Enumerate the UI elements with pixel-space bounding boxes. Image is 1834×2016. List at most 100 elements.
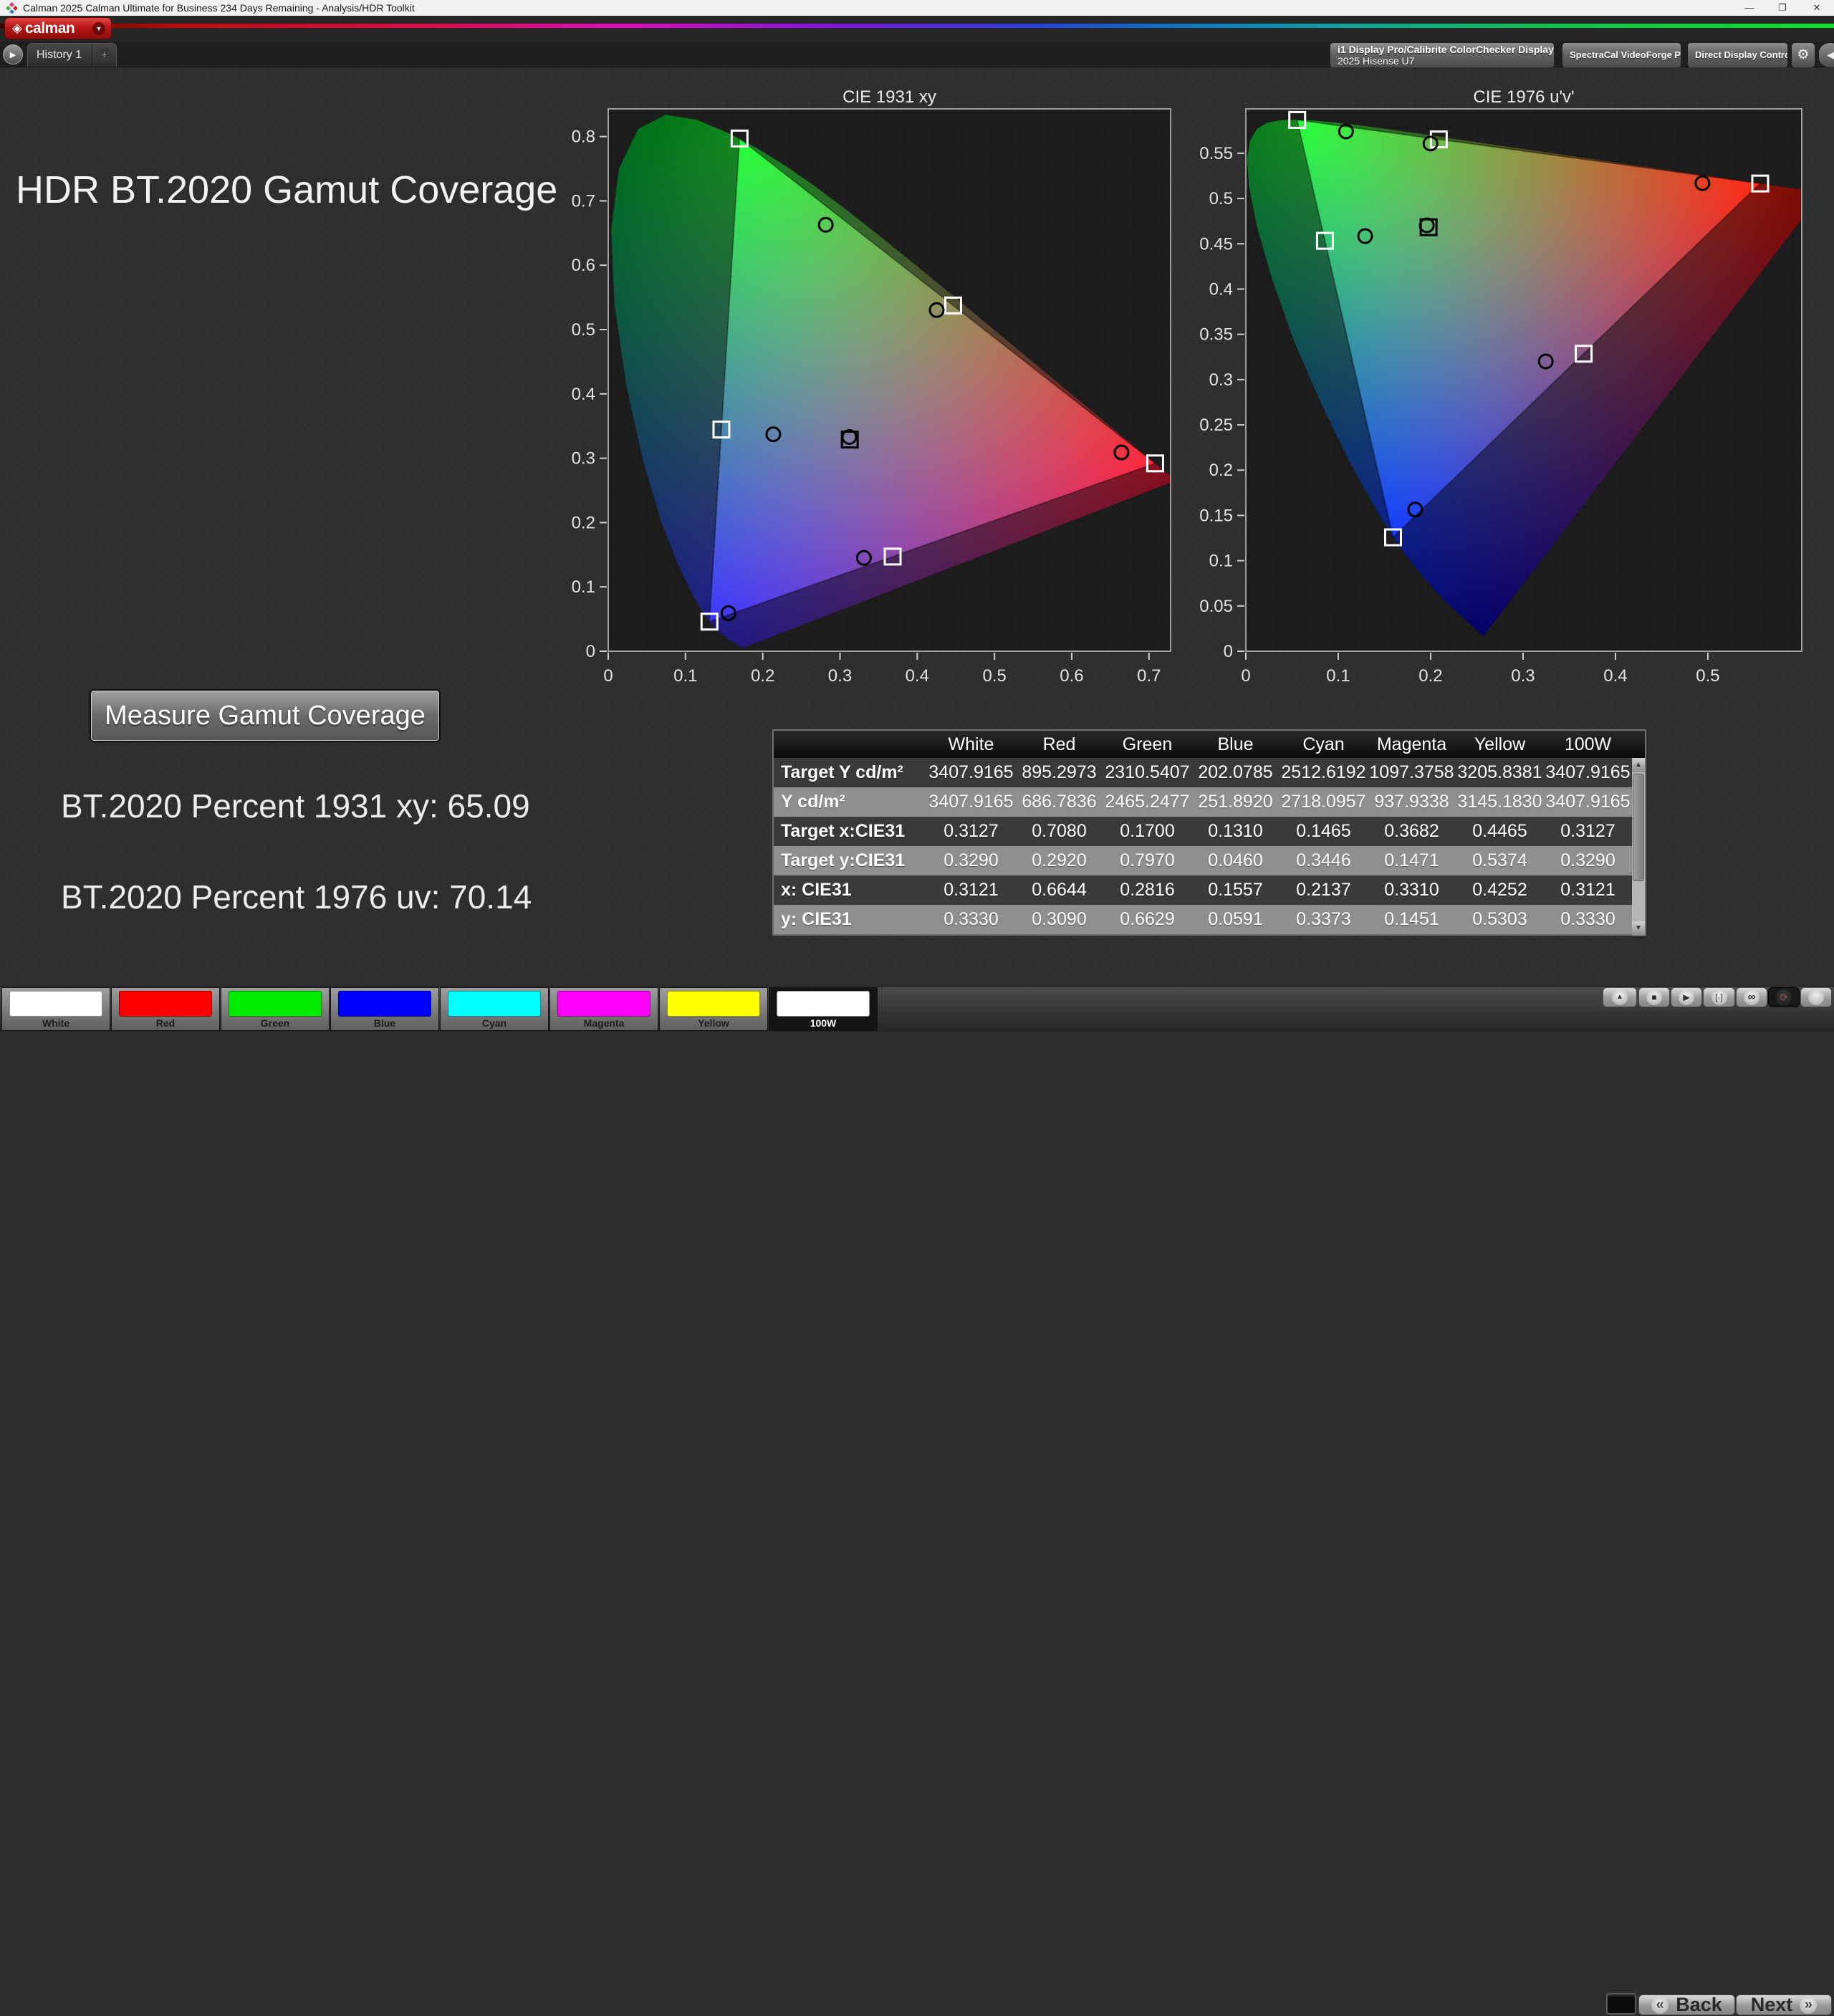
svg-text:0.1: 0.1: [572, 577, 595, 597]
table-cell: 937.9338: [1368, 787, 1456, 817]
add-tab-button[interactable]: +: [92, 44, 116, 67]
svg-text:0.1: 0.1: [1209, 552, 1233, 571]
patch-swatch: [9, 991, 102, 1017]
collapse-panel-button[interactable]: ◀: [1818, 42, 1834, 68]
measure-gamut-coverage-button[interactable]: Measure Gamut Coverage: [90, 689, 441, 742]
gear-icon: ⚙: [1797, 47, 1809, 62]
table-cell: 0.3121: [927, 875, 1015, 905]
table-cell: 3407.9165: [927, 787, 1015, 817]
back-button[interactable]: « Back: [1638, 1995, 1735, 2015]
display-control-dropdown[interactable]: Direct Display Control ▼: [1687, 42, 1788, 68]
chevron-down-icon[interactable]: ▼: [92, 22, 105, 35]
patch-blue[interactable]: Blue: [330, 987, 439, 1031]
svg-text:0.3: 0.3: [1209, 370, 1233, 390]
minimize-icon[interactable]: —: [1736, 0, 1763, 16]
close-icon[interactable]: ✕: [1803, 0, 1830, 16]
led-indicator-button[interactable]: [1800, 987, 1832, 1007]
table-cell: 0.2920: [1015, 846, 1103, 875]
tab-nav-icon[interactable]: ▶: [3, 44, 23, 64]
patch-label: Green: [221, 1017, 329, 1029]
meter-display-name: 2025 Hisense U7: [1338, 55, 1555, 67]
table-cell: 0.3290: [927, 846, 1015, 875]
svg-text:0.45: 0.45: [1199, 234, 1233, 254]
chart-title: CIE 1976 u'v': [1473, 90, 1574, 107]
table-row: Target x:CIE310.31270.70800.17000.13100.…: [774, 817, 1645, 846]
table-cell: 0.3121: [1544, 875, 1632, 905]
next-label: Next: [1751, 1994, 1793, 2016]
next-button[interactable]: Next »: [1736, 1995, 1832, 2015]
refresh-icon: ⟳: [1776, 989, 1792, 1005]
svg-text:0.4: 0.4: [1209, 279, 1233, 299]
svg-text:0: 0: [1241, 666, 1250, 686]
patch-label: 100W: [769, 1017, 877, 1029]
table-cell: 0.3373: [1280, 905, 1368, 934]
patch-yellow[interactable]: Yellow: [659, 987, 768, 1031]
single-measure-button[interactable]: [·]: [1703, 987, 1735, 1007]
svg-text:0.4: 0.4: [906, 666, 929, 686]
patch-green[interactable]: Green: [221, 987, 330, 1031]
tab-history-1[interactable]: History 1 +: [27, 43, 117, 67]
table-scrollbar[interactable]: ▲▼: [1632, 758, 1645, 936]
scroll-up-icon[interactable]: ▲: [1632, 758, 1645, 772]
row-label: y: CIE31: [774, 905, 927, 934]
svg-text:0.7: 0.7: [1137, 666, 1161, 686]
patch-magenta[interactable]: Magenta: [549, 987, 658, 1031]
meter-dropdown[interactable]: i1 Display Pro/Calibrite ColorChecker Di…: [1330, 42, 1555, 68]
patch-swatch: [667, 991, 760, 1017]
continuous-measure-button[interactable]: ∞: [1736, 987, 1767, 1007]
svg-text:0.2: 0.2: [572, 513, 595, 532]
source-dropdown[interactable]: SpectraCal VideoForge Pro ▼: [1562, 42, 1681, 68]
refresh-button[interactable]: ⟳: [1768, 987, 1800, 1007]
workspace: HDR BT.2020 Gamut Coverage CIE 1931 xy00…: [0, 67, 1834, 986]
column-header-red: Red: [1015, 731, 1103, 758]
infinity-icon: ∞: [1744, 989, 1759, 1005]
table-cell: 3145.1830: [1456, 787, 1544, 817]
patch-100w[interactable]: 100W: [769, 987, 878, 1031]
patch-swatch: [777, 991, 870, 1017]
svg-text:0.1: 0.1: [1326, 666, 1350, 686]
meter-name: i1 Display Pro/Calibrite ColorChecker Di…: [1338, 44, 1555, 55]
restore-icon[interactable]: ❐: [1769, 0, 1796, 16]
chevron-right-icon: »: [1800, 1997, 1817, 2014]
table-cell: 0.2816: [1103, 875, 1191, 905]
patch-bar: WhiteRedGreenBlueCyanMagentaYellow100W ▲…: [0, 986, 1834, 1032]
table-cell: 0.3090: [1015, 905, 1103, 934]
svg-text:0.6: 0.6: [572, 256, 595, 275]
calman-menu-button[interactable]: ◈ calman ▼: [4, 17, 112, 39]
patch-cyan[interactable]: Cyan: [440, 987, 549, 1031]
table-cell: 0.3330: [927, 905, 1015, 934]
table-cell: 0.7970: [1103, 846, 1191, 875]
table-cell: 0.7080: [1015, 817, 1103, 846]
svg-text:0: 0: [1224, 642, 1233, 661]
svg-text:0.25: 0.25: [1199, 416, 1233, 435]
table-cell: 0.2137: [1280, 875, 1368, 905]
table-cell: 2718.0957: [1280, 787, 1368, 817]
svg-text:0.4: 0.4: [1603, 666, 1627, 686]
source-up-button[interactable]: ▲: [1603, 987, 1637, 1007]
calman-diamond-icon: ◈: [12, 21, 22, 36]
table-header: WhiteRedGreenBlueCyanMagentaYellow100W: [774, 731, 1645, 758]
table-cell: 0.1471: [1368, 846, 1456, 875]
settings-button[interactable]: ⚙: [1791, 42, 1815, 68]
table-cell: 0.0591: [1191, 905, 1280, 934]
table-cell: 0.5303: [1456, 905, 1544, 934]
arrow-up-icon: ▲: [1612, 989, 1628, 1005]
patch-label: Yellow: [660, 1017, 767, 1029]
patch-swatch: [229, 991, 322, 1017]
patch-white[interactable]: White: [1, 987, 110, 1031]
scrollbar-thumb[interactable]: [1633, 774, 1644, 881]
stop-button[interactable]: ■: [1638, 987, 1670, 1007]
row-label: Y cd/m²: [774, 787, 927, 817]
circle-icon: [1808, 989, 1824, 1005]
svg-text:0.05: 0.05: [1199, 597, 1233, 616]
table-cell: 2465.2477: [1103, 787, 1191, 817]
table-cell: 3407.9165: [927, 758, 1015, 787]
svg-text:0.6: 0.6: [1060, 666, 1083, 686]
scroll-down-icon[interactable]: ▼: [1632, 921, 1645, 936]
table-cell: 0.3127: [1544, 817, 1632, 846]
column-header-cyan: Cyan: [1280, 731, 1368, 758]
play-button[interactable]: ▶: [1671, 987, 1702, 1007]
patch-red[interactable]: Red: [111, 987, 220, 1031]
plus-icon: +: [97, 48, 112, 62]
table-cell: 0.3290: [1544, 846, 1632, 875]
